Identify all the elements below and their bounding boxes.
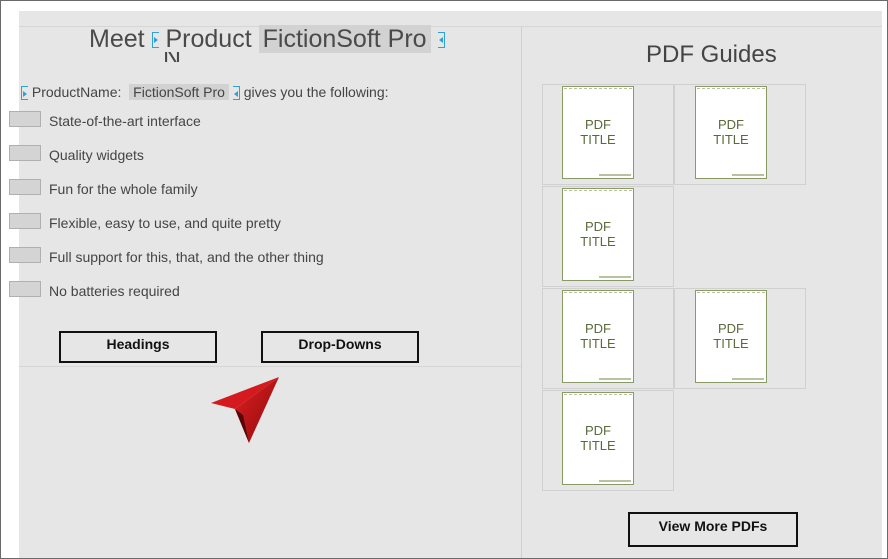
feature-checkbox[interactable] [9,111,41,127]
page-title: Meet Product FictionSoft Pro [89,25,445,54]
feature-checkbox[interactable] [9,179,41,195]
content-control-end-icon[interactable] [437,32,445,49]
pdf-cell: PDF TITLE [542,84,674,185]
document-canvas: Meet Product FictionSoft Pro N ProductNa… [9,11,882,558]
feature-label: Flexible, easy to use, and quite pretty [49,215,281,231]
pdf-cell: PDF TITLE [542,390,674,491]
intro-line: ProductName: FictionSoft Pro gives you t… [21,84,389,101]
pdf-thumbnail[interactable]: PDF TITLE [695,86,767,179]
feature-label: Fun for the whole family [49,181,198,197]
pdf-cell: PDF TITLE [674,288,806,389]
intro-field-label: ProductName: [31,84,122,100]
content-control-end-icon[interactable] [232,86,240,101]
headings-button[interactable]: Headings [59,331,217,363]
intro-suffix: gives you the following: [243,84,389,100]
feature-checkbox[interactable] [9,247,41,263]
feature-checkbox[interactable] [9,281,41,297]
content-control-start-icon[interactable] [21,86,28,101]
feature-label: Full support for this, that, and the oth… [49,249,324,265]
feature-checkbox[interactable] [9,213,41,229]
pdf-thumbnail[interactable]: PDF TITLE [562,188,634,281]
pdf-cell: PDF TITLE [542,288,674,389]
red-pointer-arrow-icon [211,377,279,443]
title-field-label: Product [165,25,252,53]
pdf-thumbnail[interactable]: PDF TITLE [562,290,634,383]
product-name-field[interactable]: FictionSoft Pro [258,25,431,53]
row-divider [19,366,521,367]
content-control-start-icon[interactable] [151,32,159,49]
pdf-thumbnail[interactable]: PDF TITLE [562,86,634,179]
pdf-thumbnail[interactable]: PDF TITLE [695,290,767,383]
intro-product-name-field[interactable]: FictionSoft Pro [129,84,229,100]
pdf-cell: PDF TITLE [542,186,674,287]
feature-label: State-of-the-art interface [49,113,201,129]
pdf-cell: PDF TITLE [674,84,806,185]
column-divider [521,26,522,558]
title-field-overflow: N [163,52,181,62]
view-more-pdfs-button[interactable]: View More PDFs [628,512,798,547]
feature-checkbox[interactable] [9,145,41,161]
pdf-guides-heading: PDF Guides [646,41,777,68]
title-prefix: Meet [89,25,145,53]
pdf-thumbnail[interactable]: PDF TITLE [562,392,634,485]
editor-frame: Meet Product FictionSoft Pro N ProductNa… [0,0,888,559]
feature-label: No batteries required [49,283,180,299]
feature-label: Quality widgets [49,147,144,163]
view-more-pdfs-label: View More PDFs [658,518,768,534]
drop-downs-button[interactable]: Drop-Downs [261,331,419,363]
